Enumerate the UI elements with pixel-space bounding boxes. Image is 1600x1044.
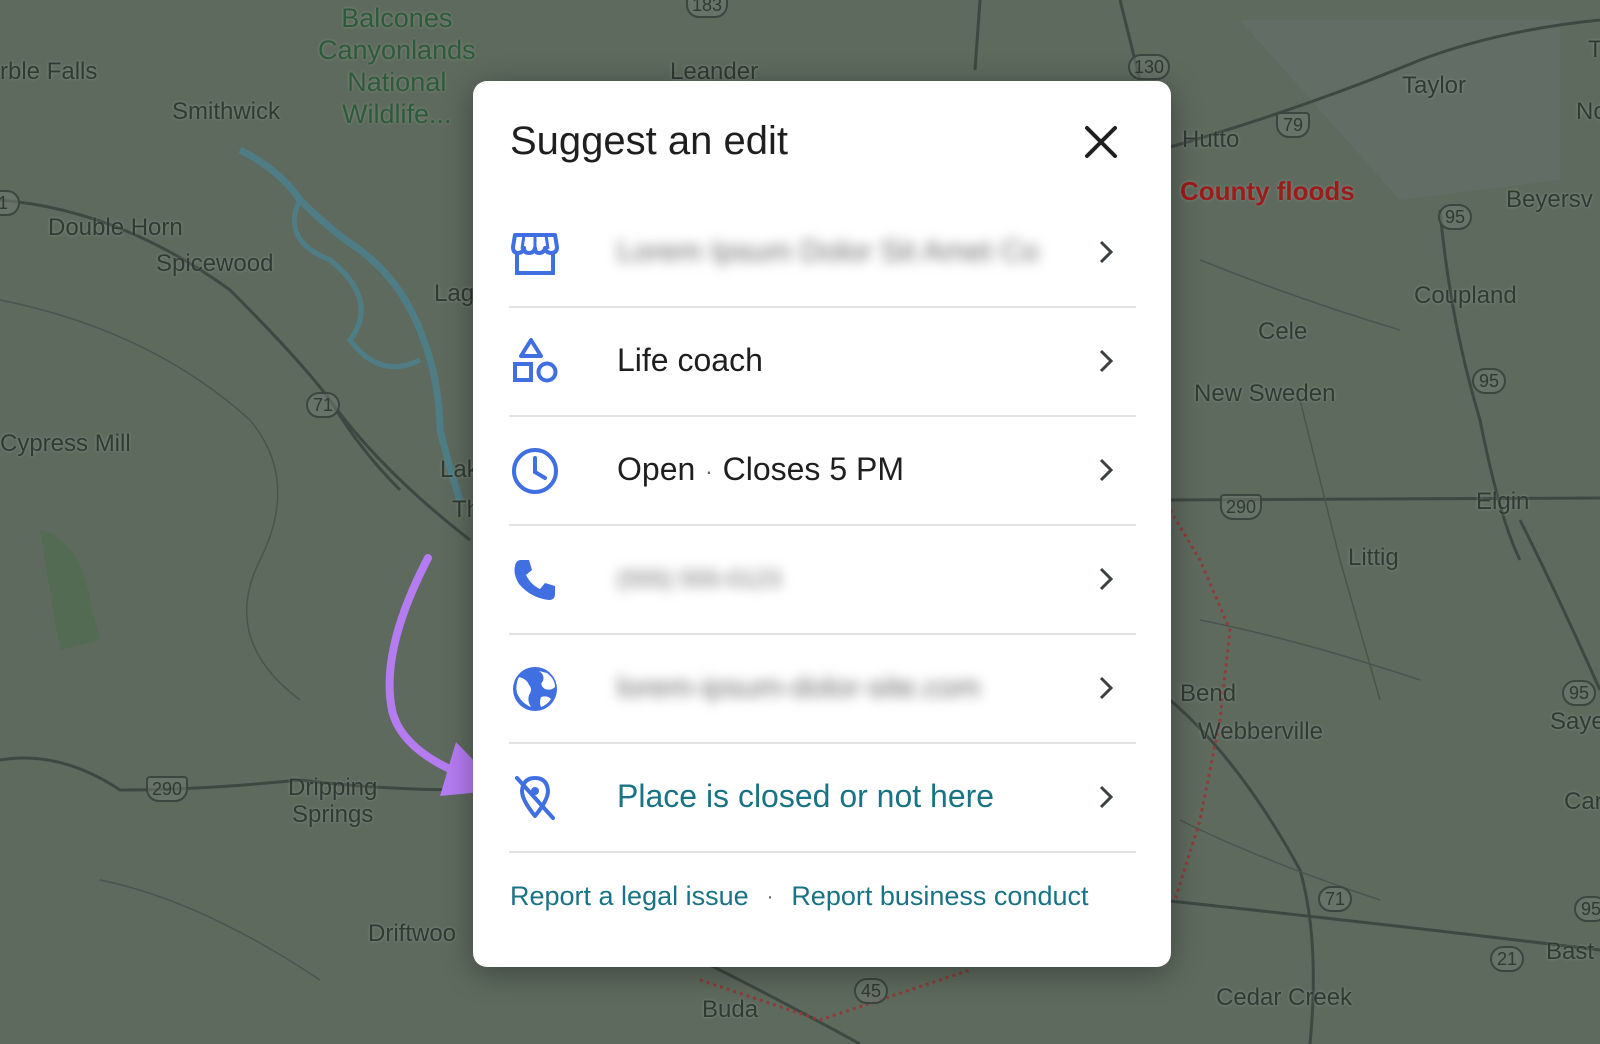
- highway-shield: 21: [1490, 946, 1524, 972]
- globe-icon: [513, 667, 557, 711]
- map-label-coupland: Coupland: [1414, 282, 1517, 309]
- map-label-county-floods: County floods: [1180, 176, 1355, 206]
- clock-icon: [512, 448, 558, 494]
- chevron-right-icon: [1099, 240, 1114, 264]
- close-icon: [1085, 126, 1117, 158]
- category-text: Life coach: [617, 342, 763, 378]
- map-label-sayersv: Sayersv: [1550, 708, 1600, 735]
- map-label-webberville: Webberville: [1198, 718, 1323, 745]
- map-label-lag: Lag: [434, 280, 475, 307]
- map-label-bend: Bend: [1180, 680, 1237, 707]
- hours-text: Open · Closes 5 PM: [617, 451, 904, 488]
- phone-icon: [514, 560, 555, 600]
- edit-name-row[interactable]: Lorem Ipsum Dolor Sit Amet Co: [509, 199, 1136, 308]
- map-label-smithwick: Smithwick: [172, 98, 281, 125]
- map-label-bast: Bast: [1546, 938, 1595, 965]
- dialog-title: Suggest an edit: [510, 119, 788, 163]
- map-label-marble-falls: rble Falls: [0, 58, 98, 85]
- storefront-icon: [511, 233, 559, 275]
- map-label-double-horn: Double Horn: [48, 214, 183, 241]
- edit-website-row[interactable]: lorem-ipsum-dolor-site.com: [509, 635, 1136, 744]
- chevron-right-icon: [1099, 785, 1114, 809]
- report-legal-issue-link[interactable]: Report a legal issue: [510, 881, 749, 911]
- map-label-spicewood: Spicewood: [156, 250, 274, 277]
- map-label-t: T: [1588, 36, 1600, 63]
- closing-time: Closes 5 PM: [722, 451, 904, 487]
- highway-shield: 290: [1220, 494, 1263, 520]
- chevron-right-icon: [1099, 676, 1114, 700]
- highway-shield: 130: [1128, 54, 1171, 80]
- map-label-buda: Buda: [702, 996, 759, 1023]
- highway-shield: 79: [1276, 112, 1310, 138]
- business-name-text: Lorem Ipsum Dolor Sit Amet Co: [617, 235, 1039, 268]
- chevron-right-icon: [1099, 458, 1114, 482]
- chevron-right-icon: [1099, 349, 1114, 373]
- highway-shield: 95: [1438, 204, 1472, 230]
- phone-number-text: (555) 555-0123: [617, 566, 782, 593]
- map-label-hutto: Hutto: [1182, 126, 1240, 153]
- highway-shield: 95: [1472, 368, 1506, 394]
- suggest-edit-dialog: Suggest an edit Lorem Ipsum Dolor Sit Am…: [473, 81, 1171, 967]
- place-closed-text: Place is closed or not here: [617, 778, 995, 814]
- highway-shield: 71: [306, 392, 340, 418]
- separator-dot: ·: [705, 458, 713, 484]
- edit-category-row[interactable]: Life coach: [509, 308, 1136, 417]
- edit-phone-row[interactable]: (555) 555-0123: [509, 526, 1136, 635]
- chevron-right-icon: [1099, 567, 1114, 591]
- map-label-littig: Littig: [1348, 544, 1399, 571]
- highway-shield: 95: [1574, 896, 1600, 922]
- highway-shield: 183: [686, 0, 729, 18]
- map-label-beyersv: Beyersv: [1506, 186, 1593, 213]
- category-shapes-icon: [513, 338, 558, 383]
- report-business-conduct-link[interactable]: Report business conduct: [791, 881, 1088, 911]
- map-label-car: Car: [1564, 788, 1600, 815]
- map-label-cypress-mill: Cypress Mill: [0, 430, 131, 457]
- open-status: Open: [617, 451, 696, 487]
- place-closed-row[interactable]: Place is closed or not here: [509, 744, 1136, 853]
- map-label-cedar-creek: Cedar Creek: [1216, 984, 1353, 1011]
- website-text: lorem-ipsum-dolor-site.com: [617, 671, 981, 704]
- map-label-new-sweden: New Sweden: [1194, 380, 1336, 407]
- highway-shield: 71: [1318, 886, 1352, 912]
- location-off-icon: [515, 776, 555, 820]
- map-label-cele: Cele: [1258, 318, 1308, 345]
- dialog-footer: Report a legal issue · Report business con…: [510, 881, 1088, 912]
- footer-separator: ·: [766, 886, 774, 909]
- close-button[interactable]: [1077, 118, 1125, 166]
- highway-shield: 95: [1562, 680, 1596, 706]
- edit-hours-row[interactable]: Open · Closes 5 PM: [509, 417, 1136, 526]
- map-label-taylor: Taylor: [1402, 72, 1467, 99]
- map-label-balcones: Balcones Canyonlands National Wildlife..…: [318, 3, 476, 129]
- map-label-no: No: [1576, 98, 1600, 125]
- map-label-driftwood: Driftwoo: [368, 920, 457, 947]
- highway-shield: 45: [854, 978, 888, 1004]
- map-label-elgin: Elgin: [1476, 488, 1530, 515]
- highway-shield: 290: [146, 776, 189, 802]
